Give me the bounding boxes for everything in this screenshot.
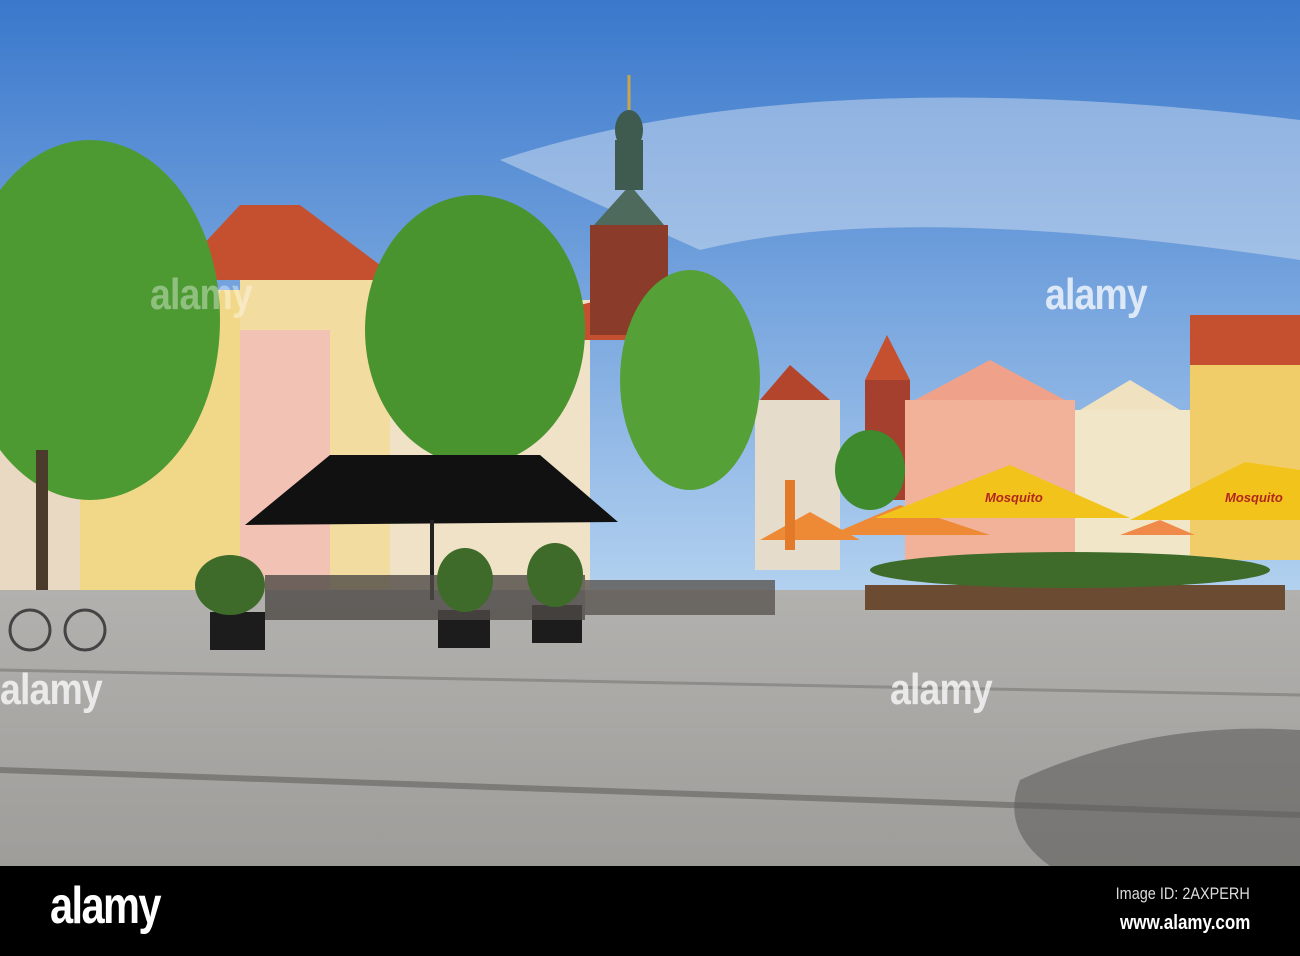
alamy-logo: alamy [50, 877, 162, 935]
town-square-scene [0, 0, 1300, 866]
watermark: alamy [1045, 270, 1148, 319]
image-id: Image ID: 2AXPERH [1115, 884, 1250, 903]
footer-bar: alamy Image ID: 2AXPERH www.alamy.com [0, 866, 1300, 956]
watermark: alamy [150, 270, 253, 319]
watermark: alamy [890, 665, 993, 714]
site-url: www.alamy.com [1119, 912, 1250, 934]
watermark: alamy [0, 665, 103, 714]
photo: Mosquito Mosquito alamy alamy alamy alam… [0, 0, 1300, 956]
umbrella-brand-text: Mosquito [985, 490, 1043, 505]
umbrella-brand-text: Mosquito [1225, 490, 1283, 505]
